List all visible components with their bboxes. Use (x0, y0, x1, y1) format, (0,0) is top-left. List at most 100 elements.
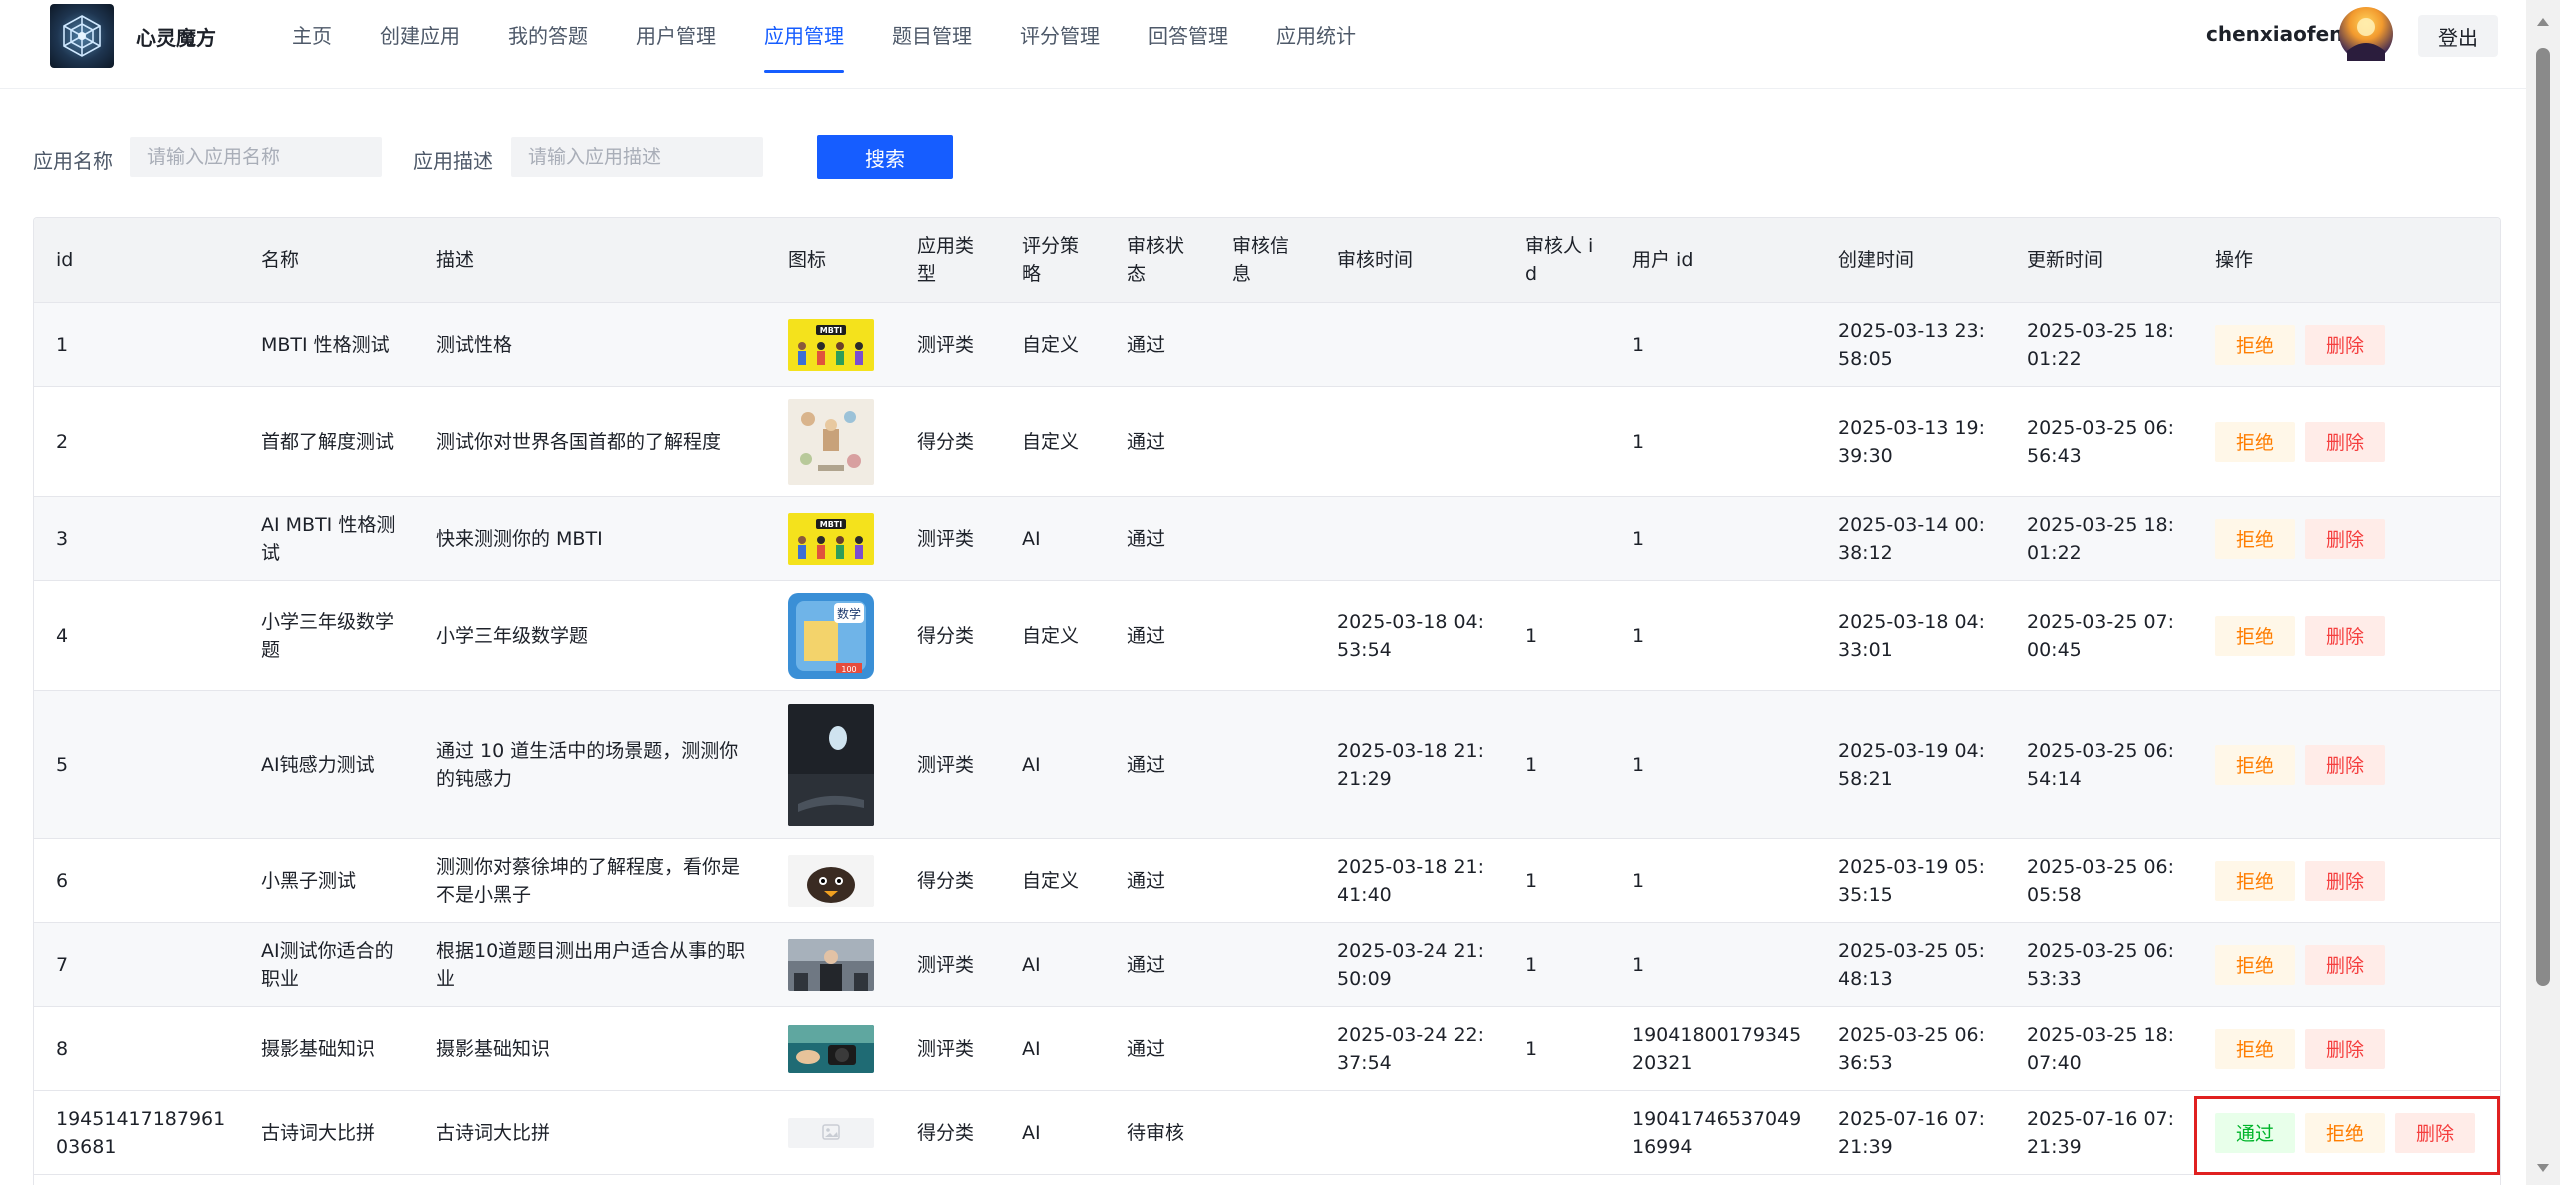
cell-user-id: 1 (1610, 838, 1816, 923)
reject-button[interactable]: 拒绝 (2215, 860, 2295, 901)
reject-button[interactable]: 拒绝 (2215, 421, 2295, 462)
brand-logo[interactable] (50, 4, 114, 68)
avatar[interactable] (2339, 7, 2393, 61)
cell-review-time (1315, 1090, 1503, 1175)
delete-button[interactable]: 删除 (2305, 860, 2385, 901)
cell-actions: 拒绝 删除 (2193, 922, 2500, 1007)
app-name-label: 应用名称 (33, 149, 113, 173)
cell-update-time: 2025-03-25 07:00:45 (2005, 580, 2193, 691)
search-button[interactable]: 搜索 (817, 135, 953, 179)
svg-text:MBTI: MBTI (820, 326, 843, 335)
nav-scoring-admin[interactable]: 评分管理 (996, 0, 1124, 88)
cell-review-status: 通过 (1105, 838, 1210, 923)
column-header-update-time: 更新时间 (2005, 218, 2193, 303)
delete-button[interactable]: 删除 (2305, 744, 2385, 785)
column-header-review-time: 审核时间 (1315, 218, 1503, 303)
cell-review-message (1210, 496, 1315, 581)
delete-button[interactable]: 删除 (2305, 324, 2385, 365)
cell-review-message (1210, 386, 1315, 497)
cell-scoring-strategy: AI (1000, 1090, 1105, 1175)
table-row: 7 AI测试你适合的职业 根据10道题目测出用户适合从事的职业 测评类 AI 通过 2025… (34, 922, 2500, 1007)
column-header-reviewer-id: 审核人 id (1503, 218, 1610, 303)
cell-scoring-strategy: 自定义 (1000, 386, 1105, 497)
reject-button[interactable]: 拒绝 (2215, 744, 2295, 785)
app-desc-input[interactable] (511, 137, 763, 177)
brand-name: 心灵魔方 (136, 26, 216, 50)
cell-id: 3 (34, 496, 239, 581)
cell-create-time: 2025-03-14 00:38:12 (1816, 496, 2005, 581)
cell-name: 摄影基础知识 (239, 1006, 414, 1091)
nav-app-stats[interactable]: 应用统计 (1252, 0, 1380, 88)
cell-name: AI钝感力测试 (239, 690, 414, 839)
cell-name: MBTI 性格测试 (239, 302, 414, 387)
app-icon-image (788, 1117, 874, 1148)
column-header-user-id: 用户 id (1610, 218, 1816, 303)
delete-button[interactable]: 删除 (2305, 615, 2385, 656)
cell-scoring-strategy: 自定义 (1000, 580, 1105, 691)
approve-button[interactable]: 通过 (2215, 1112, 2295, 1153)
cell-description: 测测你对蔡徐坤的了解程度，看你是不是小黑子 (414, 838, 766, 923)
cell-app-type: 测评类 (895, 690, 1000, 839)
cell-review-status: 通过 (1105, 302, 1210, 387)
cell-update-time: 2025-03-25 18:01:22 (2005, 496, 2193, 581)
page-scrollbar[interactable] (2526, 0, 2560, 1185)
cell-user-id: 1 (1610, 496, 1816, 581)
nav-my-answers[interactable]: 我的答题 (484, 0, 612, 88)
nav-home[interactable]: 主页 (268, 0, 356, 88)
delete-button[interactable]: 删除 (2305, 1028, 2385, 1069)
cell-app-type: 测评类 (895, 1006, 1000, 1091)
cell-review-message (1210, 580, 1315, 691)
svg-text:MBTI: MBTI (820, 520, 843, 529)
column-header-scoring-strategy: 评分策略 (1000, 218, 1105, 303)
nav-user-admin[interactable]: 用户管理 (612, 0, 740, 88)
reject-button[interactable]: 拒绝 (2215, 615, 2295, 656)
cell-review-time (1315, 386, 1503, 497)
cell-actions: 拒绝 删除 (2193, 1006, 2500, 1091)
app-icon-image: 数学 100 (788, 592, 874, 679)
reject-button[interactable]: 拒绝 (2215, 944, 2295, 985)
scrollbar-thumb[interactable] (2536, 48, 2550, 986)
cell-description: 测试性格 (414, 302, 766, 387)
app-icon-image (788, 854, 874, 907)
column-header-app-type: 应用类型 (895, 218, 1000, 303)
nav-answer-admin[interactable]: 回答管理 (1124, 0, 1252, 88)
row-actions: 拒绝 删除 (2215, 1028, 2490, 1069)
row-actions: 通过 拒绝 删除 (2215, 1112, 2490, 1153)
svg-text:100: 100 (841, 665, 856, 674)
delete-button[interactable]: 删除 (2305, 421, 2385, 462)
cell-actions: 拒绝 删除 (2193, 838, 2500, 923)
cell-reviewer-id: 1 (1503, 1006, 1610, 1091)
nav-app-admin[interactable]: 应用管理 (740, 0, 868, 88)
delete-button[interactable]: 删除 (2305, 944, 2385, 985)
cell-id: 1945141718796103681 (34, 1090, 239, 1175)
reject-button[interactable]: 拒绝 (2215, 324, 2295, 365)
cell-reviewer-id (1503, 302, 1610, 387)
cell-id: 8 (34, 1006, 239, 1091)
cell-review-message (1210, 1090, 1315, 1175)
app-name-input[interactable] (130, 137, 382, 177)
cell-review-message (1210, 1006, 1315, 1091)
delete-button[interactable]: 删除 (2395, 1112, 2475, 1153)
cell-reviewer-id (1503, 1090, 1610, 1175)
cell-review-message (1210, 922, 1315, 1007)
cell-reviewer-id (1503, 386, 1610, 497)
nav-question-admin[interactable]: 题目管理 (868, 0, 996, 88)
nav-create-app[interactable]: 创建应用 (356, 0, 484, 88)
row-actions: 拒绝 删除 (2215, 324, 2490, 365)
cell-scoring-strategy: AI (1000, 1006, 1105, 1091)
cell-description: 测试你对世界各国首都的了解程度 (414, 386, 766, 497)
delete-button[interactable]: 删除 (2305, 518, 2385, 559)
cell-user-id: 1 (1610, 580, 1816, 691)
logout-button[interactable]: 登出 (2418, 15, 2498, 57)
cell-user-id: 1 (1610, 690, 1816, 839)
scroll-up-arrow-icon[interactable] (2537, 18, 2549, 26)
cell-description: 摄影基础知识 (414, 1006, 766, 1091)
reject-button[interactable]: 拒绝 (2215, 1028, 2295, 1069)
scroll-down-arrow-icon[interactable] (2537, 1164, 2549, 1172)
cell-create-time: 2025-07-16 07:21:39 (1816, 1090, 2005, 1175)
reject-button[interactable]: 拒绝 (2305, 1112, 2385, 1153)
cell-create-time: 2025-03-25 05:48:13 (1816, 922, 2005, 1007)
cell-create-time: 2025-03-25 06:36:53 (1816, 1006, 2005, 1091)
cell-user-id: 1904174653704916994 (1610, 1090, 1816, 1175)
reject-button[interactable]: 拒绝 (2215, 518, 2295, 559)
